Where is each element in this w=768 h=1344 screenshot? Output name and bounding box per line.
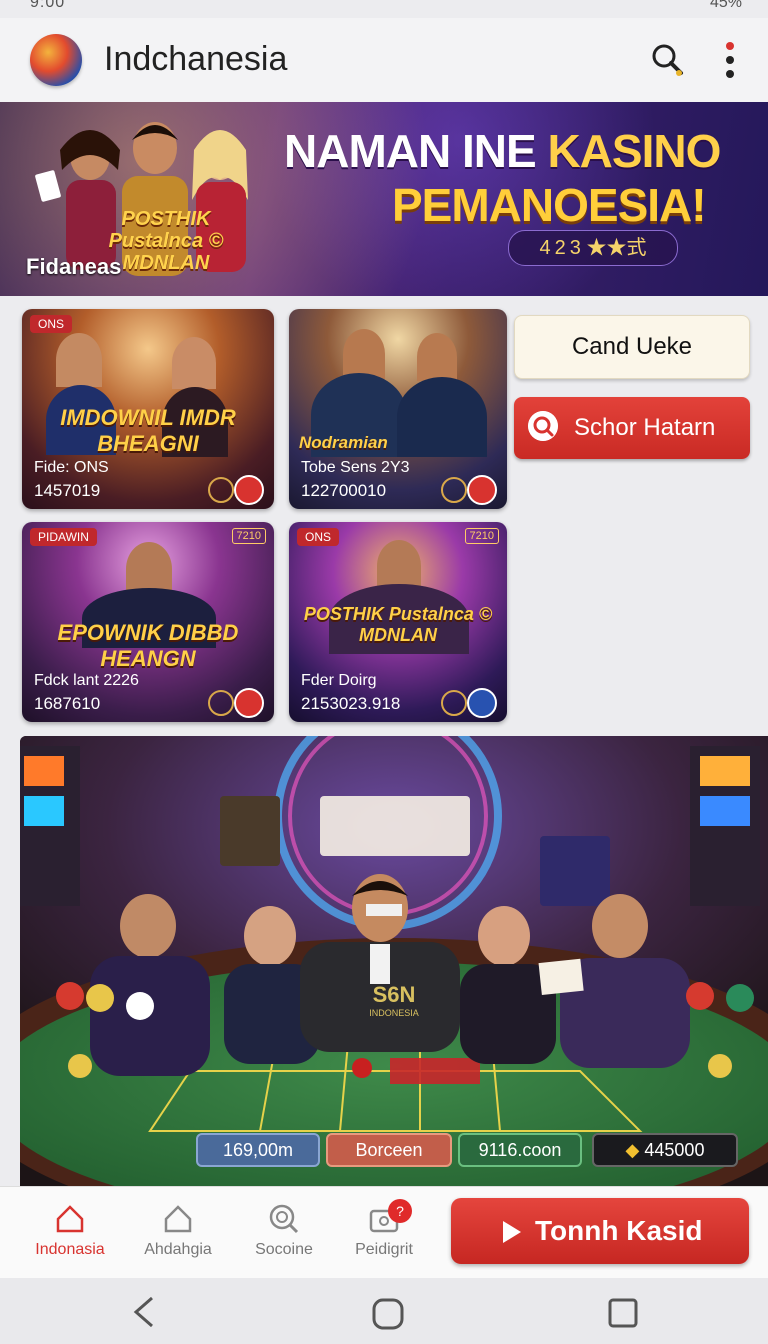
banner-brand: Fidaneas (26, 254, 122, 279)
status-battery: 45% (709, 0, 742, 11)
stat-pill-value: 445000 (644, 1140, 705, 1160)
system-navigation-bar (0, 1278, 768, 1344)
promo-banner[interactable]: POSTHIK Pustalnca © MDNLAN NAMAN INE KAS… (0, 102, 768, 296)
banner-headline-gold: KASINO (547, 125, 721, 177)
notification-badge: ? (388, 1199, 412, 1223)
card-host-image (56, 333, 102, 387)
casino-table-hero[interactable]: S6N INDONESIA (20, 736, 768, 1188)
coin-stack-icon: ◆ (625, 1140, 640, 1160)
card-caption: Fder Doirg (301, 672, 377, 689)
card-value: 1457019 (34, 481, 101, 500)
search-circle-icon (269, 1204, 299, 1234)
nav-label: Peidigrit (355, 1241, 413, 1258)
game-card[interactable]: Nodramian Tobe Sens 2Y3 122700010 (289, 309, 507, 509)
card-tag-right: 7210 (464, 528, 499, 544)
app-logo (30, 34, 82, 86)
status-bar: 9:00 45% (0, 0, 768, 18)
card-title: IMDOWNIL IMDR BHEAGNI (60, 405, 236, 456)
nav-item-ahdahgia[interactable]: Ahdahgia (128, 1187, 228, 1279)
coin-icon (441, 690, 467, 716)
nav-item-peidigrit[interactable]: ? Peidigrit (334, 1187, 434, 1279)
card-caption: Tobe Sens 2Y3 (301, 459, 410, 476)
edit-icon[interactable] (467, 475, 497, 505)
nav-label: Indonasia (35, 1241, 105, 1258)
schor-hatarn-button[interactable]: Schor Hatarn (514, 397, 750, 459)
recents-icon[interactable] (608, 1298, 638, 1328)
coin-icon (208, 477, 234, 503)
banner-headline-white: NAMAN INE (284, 125, 537, 177)
schor-hatarn-label: Schor Hatarn (574, 414, 716, 441)
nav-item-socoine[interactable]: Socoine (234, 1187, 334, 1279)
stat-pill: Borceen (326, 1133, 452, 1167)
edit-icon[interactable] (467, 688, 497, 718)
game-card[interactable]: ONS 7210 POSTHIK Pustalnca © MDNLAN Fder… (289, 522, 507, 722)
card-host-image (172, 337, 216, 389)
cand-ueke-button[interactable]: Cand Ueke (514, 315, 750, 379)
card-host-image (417, 333, 457, 381)
card-tag-right: 7210 (231, 528, 266, 544)
card-tag: PIDAWIN (30, 528, 97, 546)
home-button-icon[interactable] (372, 1298, 404, 1330)
casino-table-image: S6N INDONESIA (20, 736, 768, 1188)
home-icon (56, 1205, 84, 1233)
card-value: 2153023.918 (301, 694, 401, 713)
card-title: Nodramian (299, 433, 388, 452)
card-host-suit (397, 377, 487, 457)
edit-icon[interactable] (234, 475, 264, 505)
back-icon[interactable] (132, 1296, 156, 1328)
cta-label: Tonnh Kasid (535, 1215, 703, 1246)
card-title: POSTHIK Pustalnca © MDNLAN (303, 604, 493, 645)
status-time: 9:00 (30, 0, 66, 11)
banner-headline-line1: NAMAN INE KASINO (284, 124, 721, 178)
game-card[interactable]: ONS IMDOWNIL IMDR BHEAGNI Fide: ONS 1457… (22, 309, 274, 509)
card-tag: ONS (30, 315, 73, 333)
app-bar: Indchanesia (0, 18, 768, 103)
game-card[interactable]: PIDAWIN 7210 EPOWNIK DIBBD HEANGN Fdck l… (22, 522, 274, 722)
nav-label: Ahdahgia (144, 1241, 212, 1258)
tonnh-kasid-button[interactable]: Tonnh Kasid (451, 1198, 749, 1264)
stat-pill: ◆ 445000 (592, 1133, 738, 1167)
coin-icon (208, 690, 234, 716)
house-outline-icon (164, 1205, 192, 1233)
card-caption: Fdck lant 2226 (34, 672, 139, 689)
card-tag: ONS (297, 528, 340, 546)
play-icon (503, 1221, 521, 1243)
banner-rating-pill: 4 2 3 ★★式 (508, 230, 678, 266)
nav-label: Socoine (255, 1241, 313, 1258)
search-icon[interactable] (650, 42, 684, 76)
edit-icon[interactable] (234, 688, 264, 718)
search-circle-icon (528, 411, 558, 441)
table-logo-subtext: INDONESIA (369, 1008, 419, 1018)
card-value: 122700010 (301, 481, 387, 500)
card-value: 1687610 (34, 694, 101, 713)
more-vert-icon[interactable] (722, 40, 738, 80)
coin-icon (441, 477, 467, 503)
card-caption: Fide: ONS (34, 459, 109, 476)
stat-pill: 169,00m (196, 1133, 320, 1167)
table-logo-text: S6N (373, 982, 416, 1007)
card-host-image (343, 329, 385, 379)
stat-pill: 9116.coon (458, 1133, 582, 1167)
app-title: Indchanesia (104, 40, 288, 78)
card-title: EPOWNIK DIBBD HEANGN (57, 620, 239, 671)
banner-headline-line2: PEMANOESIA! (392, 179, 707, 231)
nav-item-indonasia[interactable]: Indonasia (20, 1187, 120, 1279)
